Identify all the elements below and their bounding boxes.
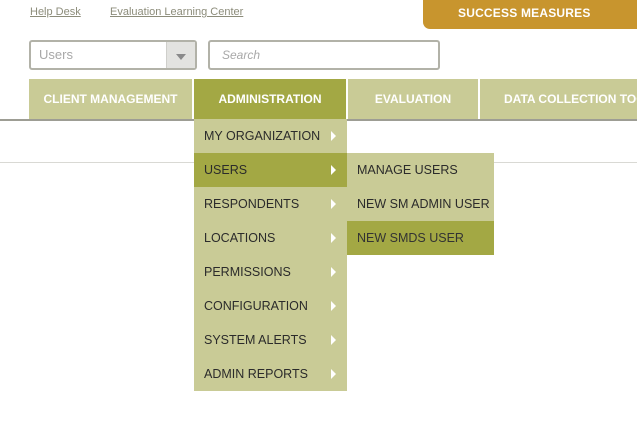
chevron-down-icon[interactable] (166, 42, 195, 68)
administration-dropdown: MY ORGANIZATION USERS RESPONDENTS LOCATI… (194, 119, 347, 391)
tab-data-collection-tools[interactable]: DATA COLLECTION TOOLS (480, 79, 637, 119)
chevron-right-icon (331, 199, 336, 209)
search-scope-select[interactable]: Users (29, 40, 197, 70)
menu-item-label: RESPONDENTS (204, 197, 300, 211)
help-desk-link[interactable]: Help Desk (30, 6, 81, 18)
menu-item-my-organization[interactable]: MY ORGANIZATION (194, 119, 347, 153)
menu-item-system-alerts[interactable]: SYSTEM ALERTS (194, 323, 347, 357)
menu-item-label: CONFIGURATION (204, 299, 308, 313)
menu-item-permissions[interactable]: PERMISSIONS (194, 255, 347, 289)
menu-item-users[interactable]: USERS (194, 153, 347, 187)
chevron-right-icon (331, 131, 336, 141)
menu-item-label: ADMIN REPORTS (204, 367, 308, 381)
success-measures-brand-tab[interactable]: SUCCESS MEASURES (423, 0, 637, 29)
main-nav: CLIENT MANAGEMENT ADMINISTRATION EVALUAT… (0, 79, 637, 119)
menu-item-label: NEW SMDS USER (357, 231, 464, 245)
menu-item-admin-reports[interactable]: ADMIN REPORTS (194, 357, 347, 391)
chevron-right-icon (331, 301, 336, 311)
menu-item-label: MY ORGANIZATION (204, 129, 321, 143)
menu-item-label: LOCATIONS (204, 231, 276, 245)
page: Help Desk Evaluation Learning Center SUC… (0, 0, 637, 432)
tab-administration[interactable]: ADMINISTRATION (194, 79, 346, 119)
chevron-right-icon (331, 335, 336, 345)
chevron-right-icon (331, 233, 336, 243)
menu-item-locations[interactable]: LOCATIONS (194, 221, 347, 255)
menu-item-label: MANAGE USERS (357, 163, 458, 177)
menu-item-configuration[interactable]: CONFIGURATION (194, 289, 347, 323)
menu-item-respondents[interactable]: RESPONDENTS (194, 187, 347, 221)
menu-item-label: PERMISSIONS (204, 265, 291, 279)
submenu-item-new-smds-user[interactable]: NEW SMDS USER (347, 221, 494, 255)
chevron-right-icon (331, 267, 336, 277)
chevron-right-icon (331, 369, 336, 379)
users-submenu: MANAGE USERS NEW SM ADMIN USER NEW SMDS … (347, 153, 494, 255)
evaluation-learning-center-link[interactable]: Evaluation Learning Center (110, 6, 243, 18)
tab-client-management[interactable]: CLIENT MANAGEMENT (29, 79, 192, 119)
menu-item-label: SYSTEM ALERTS (204, 333, 307, 347)
menu-item-label: USERS (204, 163, 248, 177)
tab-evaluation[interactable]: EVALUATION (348, 79, 478, 119)
submenu-item-new-sm-admin-user[interactable]: NEW SM ADMIN USER (347, 187, 494, 221)
submenu-item-manage-users[interactable]: MANAGE USERS (347, 153, 494, 187)
menu-item-label: NEW SM ADMIN USER (357, 197, 490, 211)
chevron-right-icon (331, 165, 336, 175)
search-scope-value: Users (39, 47, 73, 62)
search-input[interactable] (208, 40, 440, 70)
